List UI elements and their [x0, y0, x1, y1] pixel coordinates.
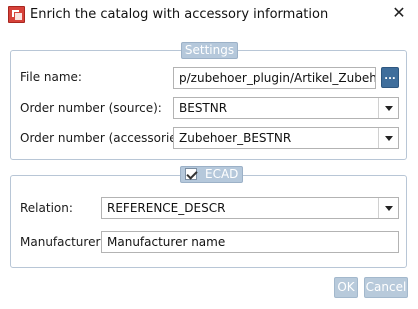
ecad-group	[10, 175, 407, 268]
order-source-label: Order number (source):	[20, 101, 162, 115]
close-icon[interactable]: ✕	[390, 4, 408, 22]
ecad-checkbox[interactable]	[185, 168, 197, 180]
order-accessories-combobox[interactable]: Zubehoer_BESTNR	[173, 127, 399, 149]
browse-button[interactable]: ...	[381, 67, 399, 88]
settings-legend: Settings	[181, 42, 238, 59]
cancel-button[interactable]: Cancel	[364, 277, 408, 298]
relation-combobox[interactable]: REFERENCE_DESCR	[101, 197, 399, 219]
manufacturer-value: Manufacturer name	[107, 235, 226, 249]
manufacturer-input[interactable]: Manufacturer name	[101, 231, 399, 253]
window-title: Enrich the catalog with accessory inform…	[30, 7, 329, 22]
file-name-input[interactable]: p/zubehoer_plugin/Artikel_Zubehör_S	[173, 67, 376, 89]
relation-label: Relation:	[20, 201, 73, 215]
order-accessories-value: Zubehoer_BESTNR	[179, 131, 292, 145]
app-icon	[8, 6, 25, 23]
ecad-legend-label: ECAD	[205, 167, 239, 181]
title-bar: Enrich the catalog with accessory inform…	[0, 0, 418, 30]
order-accessories-label: Order number (accessories):	[20, 131, 192, 145]
chevron-down-icon[interactable]	[378, 128, 398, 148]
file-name-value: p/zubehoer_plugin/Artikel_Zubehör_S	[179, 71, 375, 85]
file-name-label: File name:	[20, 70, 82, 84]
order-source-value: BESTNR	[179, 101, 228, 115]
manufacturer-label: Manufacturer:	[20, 235, 105, 249]
chevron-down-icon[interactable]	[378, 198, 398, 218]
ok-button[interactable]: OK	[334, 277, 358, 298]
ecad-legend[interactable]: ECAD	[180, 166, 243, 183]
order-source-combobox[interactable]: BESTNR	[173, 97, 399, 119]
relation-value: REFERENCE_DESCR	[107, 201, 226, 215]
chevron-down-icon[interactable]	[378, 98, 398, 118]
